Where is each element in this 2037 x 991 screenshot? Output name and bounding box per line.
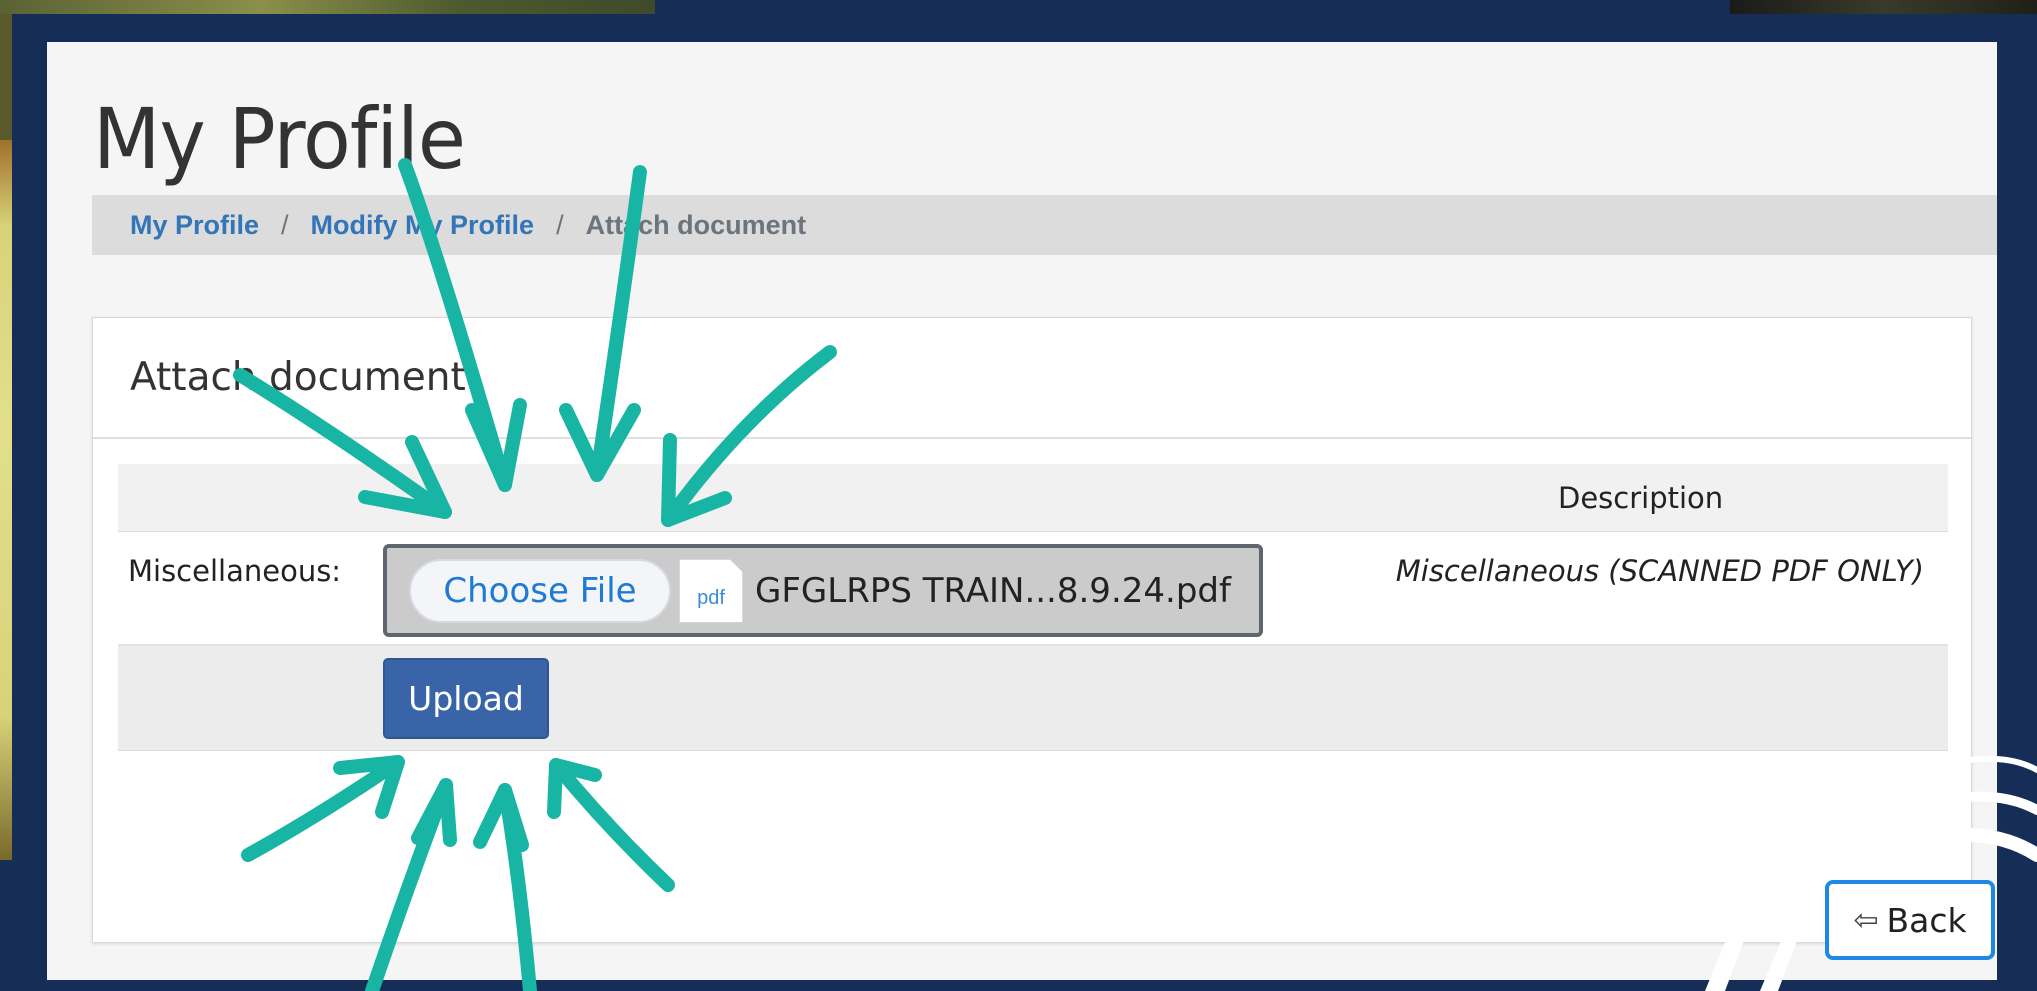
breadcrumb-separator: / xyxy=(281,209,289,240)
file-input[interactable]: Choose File pdf GFGLRPS TRAIN...8.9.24.p… xyxy=(383,544,1263,637)
choose-file-button[interactable]: Choose File xyxy=(409,558,671,623)
breadcrumb-my-profile-link[interactable]: My Profile xyxy=(130,210,259,241)
card-title: Attach document xyxy=(93,318,1971,439)
table-row: Miscellaneous: Choose File pdf GFGLRPS T… xyxy=(118,532,1948,646)
document-type-label: Miscellaneous: xyxy=(128,554,342,588)
attach-document-card: Attach document Description Miscellaneou… xyxy=(92,317,1995,960)
column-header-description: Description xyxy=(1558,481,1724,515)
back-button[interactable]: ⇦ Back xyxy=(1825,880,1995,960)
breadcrumb-current: Attach document xyxy=(585,209,807,240)
back-button-label: Back xyxy=(1886,900,1967,940)
background-photo-fragment xyxy=(1730,0,2037,14)
profile-panel: My Profile My Profile / Modify My Profil… xyxy=(47,42,1997,980)
breadcrumb-modify-profile-link[interactable]: Modify My Profile xyxy=(311,210,535,241)
upload-button[interactable]: Upload xyxy=(383,658,549,739)
background-photo-fragment xyxy=(0,0,655,14)
pdf-file-icon: pdf xyxy=(679,558,743,623)
breadcrumb-separator: / xyxy=(556,209,564,240)
upload-row: Upload xyxy=(118,646,1948,751)
selected-file-name: GFGLRPS TRAIN...8.9.24.pdf xyxy=(755,570,1231,611)
page-title: My Profile xyxy=(93,90,466,188)
document-description: Miscellaneous (SCANNED PDF ONLY) xyxy=(1395,554,1924,588)
background-photo-fragment xyxy=(0,14,12,140)
pdf-badge-text: pdf xyxy=(697,586,725,609)
table-header-row: Description xyxy=(118,464,1948,532)
document-table: Description Miscellaneous: Choose File p… xyxy=(118,464,1948,751)
breadcrumb: My Profile / Modify My Profile / Attach … xyxy=(92,195,1997,255)
background-photo-fragment xyxy=(0,140,12,860)
arrow-left-icon: ⇦ xyxy=(1853,902,1879,938)
